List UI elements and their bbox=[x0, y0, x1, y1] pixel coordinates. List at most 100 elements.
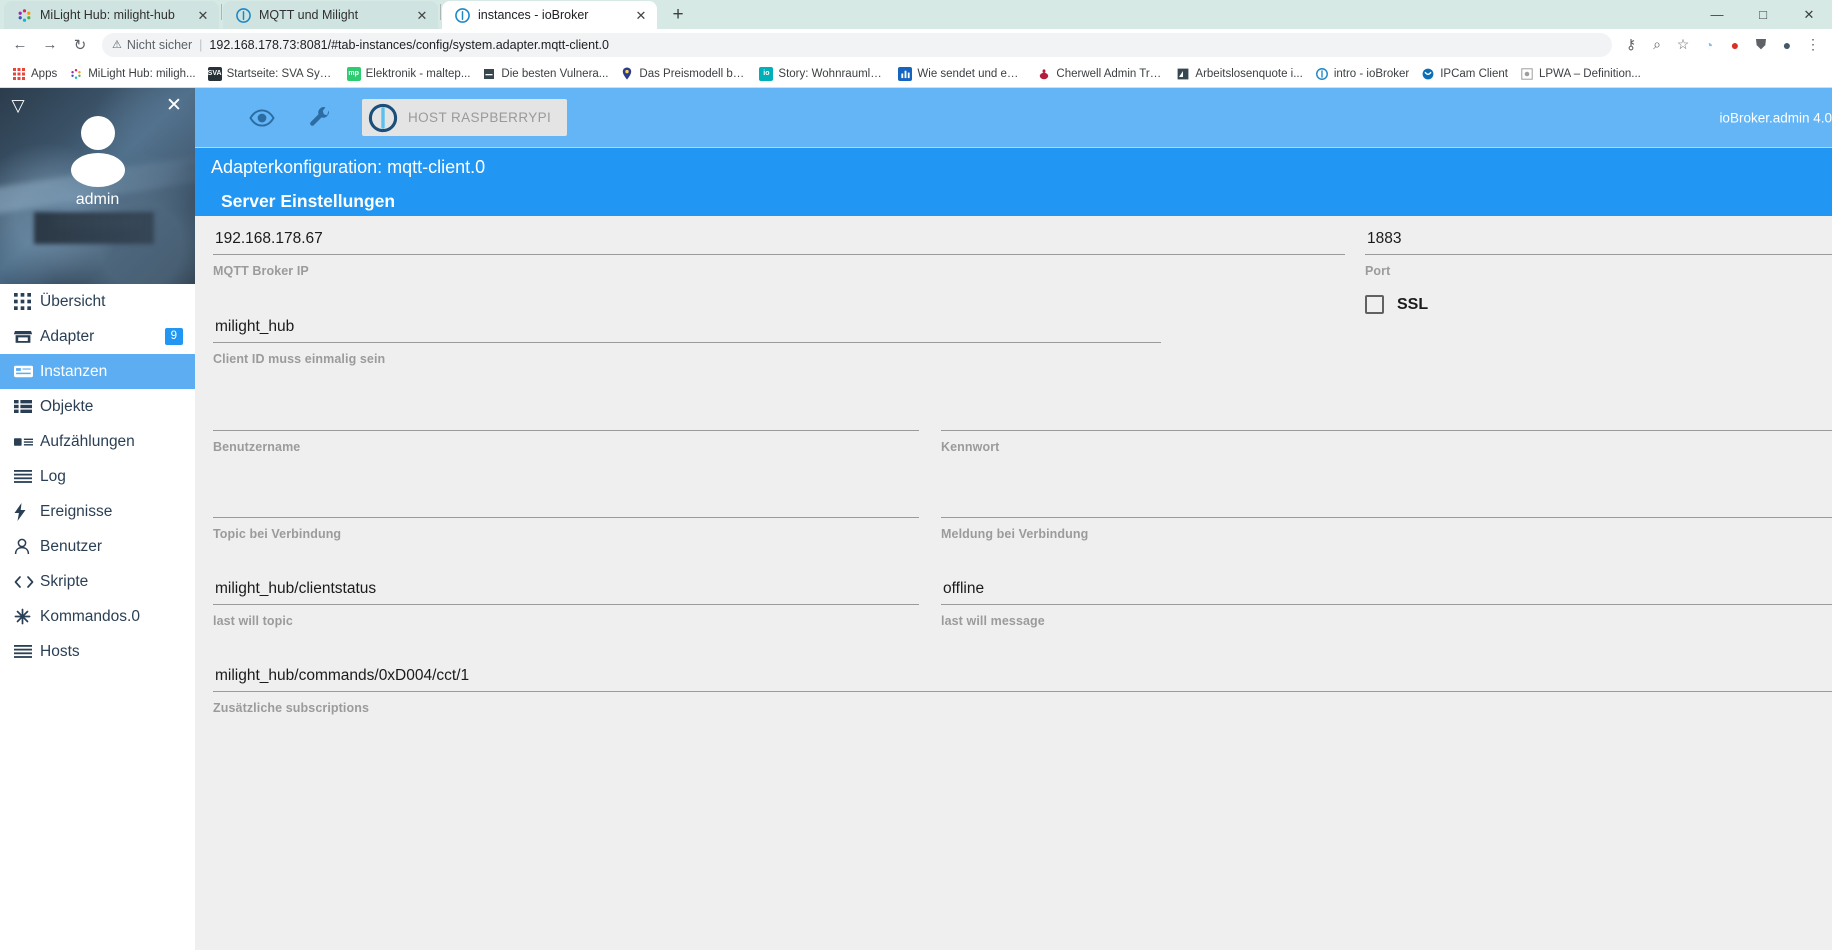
reload-button[interactable]: ↻ bbox=[66, 31, 94, 59]
browser-tab-2-active[interactable]: instances - ioBroker ✕ bbox=[442, 1, 657, 29]
log-icon bbox=[14, 470, 40, 483]
not-secure-warning-icon: ⚠ bbox=[112, 39, 122, 51]
main-area: HOST RASPBERRYPI ioBroker.admin 4.0 Adap… bbox=[195, 88, 1832, 950]
last-will-message-value[interactable]: offline bbox=[941, 574, 1832, 604]
sidebar-item-label: Übersicht bbox=[40, 292, 106, 310]
sidebar-item-ereignisse[interactable]: Ereignisse bbox=[0, 494, 195, 529]
sidebar: ▽ ✕ admin Administrator bbox=[0, 88, 195, 950]
bookmark-item-sva[interactable]: SVA Startseite: SVA Syst... bbox=[202, 63, 341, 85]
window-maximize-button[interactable]: □ bbox=[1740, 0, 1786, 29]
client-id-field[interactable]: milight_hub Client ID muss einmalig sein bbox=[213, 312, 1161, 366]
topic-bei-verbindung-value[interactable] bbox=[213, 487, 919, 517]
key-icon[interactable]: ⚷ bbox=[1618, 32, 1644, 58]
bookmark-item-ipcam-client[interactable]: IPCam Client bbox=[1415, 63, 1514, 85]
milight-icon bbox=[16, 7, 32, 23]
zusaetzliche-subscriptions-value[interactable]: milight_hub/commands/0xD004/cct/1 bbox=[213, 661, 1832, 691]
sidebar-item-adapter[interactable]: Adapter 9 bbox=[0, 319, 195, 354]
topic-bei-verbindung-field[interactable]: Topic bei Verbindung bbox=[213, 487, 919, 541]
bookmark-item-arbeitslosenquote[interactable]: Arbeitslosenquote i... bbox=[1170, 63, 1308, 85]
sidebar-item-label: Log bbox=[40, 467, 66, 485]
bookmark-item-intro-iobroker[interactable]: intro - ioBroker bbox=[1309, 63, 1415, 85]
tab-close-button[interactable]: ✕ bbox=[414, 7, 430, 23]
section-title: Server Einstellungen bbox=[195, 186, 1832, 216]
port-field[interactable]: 1883 Port bbox=[1365, 224, 1832, 278]
tab-close-button[interactable]: ✕ bbox=[195, 7, 211, 23]
config-title: Adapterkonfiguration: mqtt-client.0 bbox=[195, 148, 1832, 186]
last-will-topic-value[interactable]: milight_hub/clientstatus bbox=[213, 574, 919, 604]
client-id-value[interactable]: milight_hub bbox=[213, 312, 1161, 342]
pin-icon bbox=[620, 67, 634, 81]
list-icon bbox=[14, 399, 40, 414]
chrome-menu-icon[interactable]: ⋮ bbox=[1800, 32, 1826, 58]
form-row-3: Benutzername Kennwort bbox=[213, 392, 1832, 479]
topic-bei-verbindung-label: Topic bei Verbindung bbox=[213, 527, 342, 541]
tab-title: instances - ioBroker bbox=[478, 8, 589, 22]
window-minimize-button[interactable]: — bbox=[1694, 0, 1740, 29]
milight-icon bbox=[69, 67, 83, 81]
sidebar-item-hosts[interactable]: Hosts bbox=[0, 634, 195, 669]
mqtt-broker-ip-value[interactable]: 192.168.178.67 bbox=[213, 224, 1345, 254]
eye-icon[interactable] bbox=[240, 96, 284, 140]
benutzername-field[interactable]: Benutzername bbox=[213, 400, 919, 454]
mqtt-broker-ip-field[interactable]: 192.168.178.67 MQTT Broker IP bbox=[213, 224, 1345, 278]
extension-puzzle-icon[interactable]: ◔ bbox=[1696, 32, 1722, 58]
bookmark-item-milight-hub[interactable]: MiLight Hub: miligh... bbox=[63, 63, 201, 85]
zusaetzliche-subscriptions-field[interactable]: milight_hub/commands/0xD004/cct/1 Zusätz… bbox=[213, 661, 1832, 715]
tab-title: MQTT und Milight bbox=[259, 8, 359, 22]
bookmark-item-story-wohnraumlueftung[interactable]: io Story: Wohnraumlüf... bbox=[753, 63, 892, 85]
profile-avatar-icon[interactable]: ● bbox=[1774, 32, 1800, 58]
bookmark-item-apps[interactable]: Apps bbox=[6, 63, 63, 85]
shield-icon[interactable]: ⛊ bbox=[1748, 32, 1774, 58]
sidebar-item-objekte[interactable]: Objekte bbox=[0, 389, 195, 424]
port-value[interactable]: 1883 bbox=[1365, 224, 1832, 254]
url-text: 192.168.178.73:8081/#tab-instances/confi… bbox=[209, 37, 609, 52]
sidebar-collapse-icon[interactable]: ▽ bbox=[4, 92, 32, 118]
host-chip[interactable]: HOST RASPBERRYPI bbox=[362, 99, 568, 136]
sidebar-item-instanzen[interactable]: Instanzen bbox=[0, 354, 195, 389]
meldung-bei-verbindung-field[interactable]: Meldung bei Verbindung bbox=[941, 487, 1832, 541]
tab-title: MiLight Hub: milight-hub bbox=[40, 8, 175, 22]
zoom-icon[interactable]: ⌕ bbox=[1644, 32, 1670, 58]
benutzername-value[interactable] bbox=[213, 400, 919, 430]
back-button[interactable]: ← bbox=[6, 31, 34, 59]
sidebar-item-aufzaehlungen[interactable]: Aufzählungen bbox=[0, 424, 195, 459]
new-tab-button[interactable]: + bbox=[664, 1, 692, 29]
window-close-button[interactable]: ✕ bbox=[1786, 0, 1832, 29]
client-id-label: Client ID muss einmalig sein bbox=[213, 352, 386, 366]
bookmark-item-vulnerabilities[interactable]: Die besten Vulnera... bbox=[476, 63, 614, 85]
iobroker-power-icon bbox=[368, 103, 398, 132]
bookmark-item-preismodell[interactable]: Das Preismodell bei... bbox=[614, 63, 753, 85]
bookmark-item-elektronik[interactable]: mp Elektronik - maltep... bbox=[341, 63, 477, 85]
sidebar-item-log[interactable]: Log bbox=[0, 459, 195, 494]
form-row-2: milight_hub Client ID muss einmalig sein bbox=[213, 304, 1832, 392]
kennwort-value[interactable] bbox=[941, 400, 1832, 430]
last-will-message-field[interactable]: offline last will message bbox=[941, 574, 1832, 628]
sidebar-item-uebersicht[interactable]: Übersicht bbox=[0, 284, 195, 319]
bookmark-item-cherwell[interactable]: Cherwell Admin Tra... bbox=[1031, 63, 1170, 85]
bookmark-star-icon[interactable]: ☆ bbox=[1670, 32, 1696, 58]
ipcam-icon bbox=[1421, 67, 1435, 81]
hosts-icon bbox=[14, 645, 40, 658]
grid-icon bbox=[14, 293, 40, 310]
sidebar-item-skripte[interactable]: Skripte bbox=[0, 564, 195, 599]
address-bar[interactable]: ⚠ Nicht sicher | 192.168.178.73:8081/#ta… bbox=[102, 32, 1612, 57]
close-icon[interactable]: ✕ bbox=[161, 92, 187, 118]
kennwort-field[interactable]: Kennwort bbox=[941, 400, 1832, 454]
tab-close-button[interactable]: ✕ bbox=[633, 7, 649, 23]
forward-button[interactable]: → bbox=[36, 31, 64, 59]
security-status-text: Nicht sicher bbox=[126, 37, 193, 52]
sidebar-item-benutzer[interactable]: Benutzer bbox=[0, 529, 195, 564]
meldung-bei-verbindung-value[interactable] bbox=[941, 487, 1832, 517]
bookmark-item-lpwa[interactable]: LPWA – Definition... bbox=[1514, 63, 1647, 85]
bookmark-item-wie-sendet[interactable]: Wie sendet und em... bbox=[892, 63, 1031, 85]
browser-tab-0[interactable]: MiLight Hub: milight-hub ✕ bbox=[4, 1, 219, 29]
sidebar-item-kommandos[interactable]: Kommandos.0 bbox=[0, 599, 195, 634]
bookmark-label: IPCam Client bbox=[1440, 67, 1508, 80]
mp-icon: mp bbox=[346, 66, 361, 81]
wrench-icon[interactable] bbox=[298, 96, 342, 140]
bookmark-label: Arbeitslosenquote i... bbox=[1195, 67, 1303, 80]
browser-tab-1[interactable]: MQTT und Milight ✕ bbox=[223, 1, 438, 29]
sidebar-item-label: Kommandos.0 bbox=[40, 607, 140, 625]
extension-red-icon[interactable]: ● bbox=[1722, 32, 1748, 58]
last-will-topic-field[interactable]: milight_hub/clientstatus last will topic bbox=[213, 574, 919, 628]
